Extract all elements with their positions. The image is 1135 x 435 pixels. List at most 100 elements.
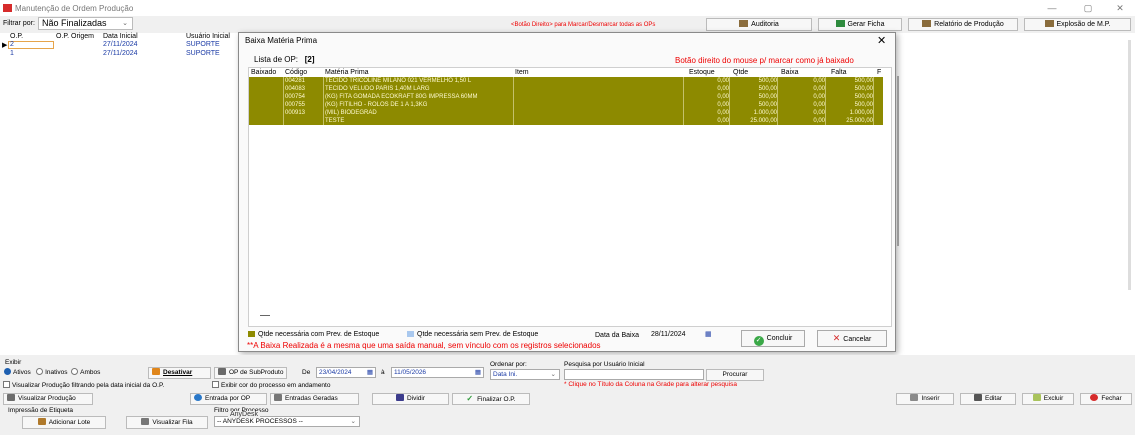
table-row[interactable]: 000913 (MIL) BIODEGRAD 0,00 1.000,00 0,00 1.0… [249, 109, 883, 117]
cell-qtde[interactable]: 500,00 [731, 85, 777, 93]
cell-baixa[interactable]: 0,00 [779, 85, 825, 93]
pesquisa-input[interactable] [564, 369, 704, 380]
cancelar-button[interactable]: ✕ Cancelar [817, 330, 887, 347]
cell-falta[interactable]: 500,00 [827, 101, 873, 109]
table-row-data[interactable]: 27/11/2024 [103, 41, 138, 48]
calendar-icon[interactable]: ▦ [367, 368, 373, 377]
materia-prima-grid[interactable]: Baixado Código Matéria Prima Item Estoqu… [248, 67, 899, 327]
explosao-button[interactable]: Explosão de M.P. [1024, 18, 1131, 31]
cell-materia[interactable]: (KG) FITILHO - ROLOS DE 1 A 1,3KG [325, 101, 511, 109]
ativos-radio[interactable]: Ativos [4, 368, 31, 376]
col-header-data-inicial[interactable]: Data Inicial [103, 33, 138, 40]
ambos-radio[interactable]: Ambos [71, 368, 100, 376]
cell-falta[interactable]: 500,00 [827, 77, 873, 85]
cell-baixa[interactable]: 0,00 [779, 117, 825, 125]
cell-estoque[interactable]: 0,00 [685, 101, 729, 109]
cell-materia[interactable]: (KG) FITA GOMADA ECOKRAFT 80G IMPRESSA 6… [325, 93, 511, 101]
dialog-scrollbar[interactable] [897, 76, 899, 246]
dialog-hscrollbar[interactable] [260, 315, 270, 316]
table-row-usuario[interactable]: SUPORTE [186, 50, 220, 57]
cell-materia[interactable]: (MIL) BIODEGRAD [325, 109, 511, 117]
exibir-cor-checkbox[interactable]: Exibir cor do processo em andamento [212, 381, 330, 389]
col-header-f[interactable]: F [877, 69, 881, 76]
cell-materia[interactable]: TESTE [325, 117, 511, 125]
excluir-button[interactable]: Excluir [1022, 393, 1074, 405]
op-cell-editor[interactable] [8, 41, 54, 49]
relatorio-button[interactable]: Relatório de Produção [908, 18, 1018, 31]
a-date-field[interactable]: 11/05/2026 ▦ [391, 367, 484, 378]
table-row-data[interactable]: 27/11/2024 [103, 50, 138, 57]
visualizar-producao-button[interactable]: Visualizar Produção [3, 393, 93, 405]
col-header-estoque[interactable]: Estoque [689, 69, 715, 76]
editar-button[interactable]: Editar [960, 393, 1016, 405]
desativar-button[interactable]: Desativar [148, 367, 211, 379]
visualizar-filtrando-checkbox[interactable]: Visualizar Produção filtrando pela data … [3, 381, 164, 389]
op-subproduto-button[interactable]: OP de SubProduto [214, 367, 287, 379]
col-header-usuario-inicial[interactable]: Usuário Inicial [186, 33, 230, 40]
cell-materia[interactable]: TECIDO TRICOLINE MILANO 021 VERMELHO 1,5… [325, 77, 511, 85]
col-header-codigo[interactable]: Código [285, 69, 307, 76]
cell-baixa[interactable]: 0,00 [779, 77, 825, 85]
dividir-button[interactable]: Dividir [372, 393, 449, 405]
entradas-geradas-button[interactable]: Entradas Geradas [270, 393, 359, 405]
cell-estoque[interactable]: 0,00 [685, 77, 729, 85]
minimize-button[interactable]: — [1040, 2, 1064, 14]
dialog-close-icon[interactable]: ✕ [877, 34, 886, 47]
col-header-materia-prima[interactable]: Matéria Prima [325, 69, 369, 76]
procurar-button[interactable]: Procurar [706, 369, 764, 381]
table-row[interactable]: 000754 (KG) FITA GOMADA ECOKRAFT 80G IMPR… [249, 93, 883, 101]
cell-qtde[interactable]: 500,00 [731, 93, 777, 101]
cell-qtde[interactable]: 1.000,00 [731, 109, 777, 117]
close-button[interactable]: ✕ [1108, 2, 1132, 14]
cell-falta[interactable]: 500,00 [827, 93, 873, 101]
de-date-field[interactable]: 23/04/2024 ▦ [316, 367, 376, 378]
inativos-radio[interactable]: Inativos [36, 368, 68, 376]
cell-baixa[interactable]: 0,00 [779, 109, 825, 117]
cell-qtde[interactable]: 500,00 [731, 77, 777, 85]
cell-codigo[interactable]: 000913 [285, 109, 323, 117]
concluir-button[interactable]: ✓ Concluir [741, 330, 805, 347]
cell-codigo[interactable]: 004281 [285, 77, 323, 85]
filtrar-select[interactable]: Não Finalizadas ⌄ [38, 17, 133, 30]
gerar-ficha-button[interactable]: Gerar Ficha [818, 18, 902, 31]
table-row-op[interactable]: 1 [10, 50, 14, 57]
cell-estoque[interactable]: 0,00 [685, 109, 729, 117]
table-row[interactable]: 004083 TECIDO VELUDO PARIS 1,40M LARG 0,00… [249, 85, 883, 93]
visualizar-fila-button[interactable]: Visualizar Fila [126, 416, 208, 429]
data-baixa-field[interactable]: 28/11/2024 ▦ [651, 330, 712, 341]
table-row-op[interactable]: 2 [10, 41, 14, 48]
table-row-usuario[interactable]: SUPORTE [186, 41, 220, 48]
cell-estoque[interactable]: 0,00 [685, 93, 729, 101]
fechar-button[interactable]: Fechar [1080, 393, 1132, 405]
ordenar-select[interactable]: Data Ini. ⌄ [490, 369, 560, 380]
col-header-op[interactable]: O.P. [10, 33, 23, 40]
cell-materia[interactable]: TECIDO VELUDO PARIS 1,40M LARG [325, 85, 511, 93]
calendar-icon[interactable]: ▦ [475, 368, 481, 377]
adicionar-lote-button[interactable]: Adicionar Lote [22, 416, 106, 429]
cell-estoque[interactable]: 0,00 [685, 117, 729, 125]
cell-estoque[interactable]: 0,00 [685, 85, 729, 93]
col-header-op-origem[interactable]: O.P. Origem [56, 33, 94, 40]
table-row[interactable]: 004281 TECIDO TRICOLINE MILANO 021 VERMEL… [249, 77, 883, 85]
cell-baixa[interactable]: 0,00 [779, 101, 825, 109]
main-scrollbar[interactable] [1128, 40, 1131, 290]
cell-falta[interactable]: 1.000,00 [827, 109, 873, 117]
inserir-button[interactable]: Inserir [896, 393, 954, 405]
table-row[interactable]: 000755 (KG) FITILHO - ROLOS DE 1 A 1,3KG 0… [249, 101, 883, 109]
cell-codigo[interactable]: 004083 [285, 85, 323, 93]
cell-qtde[interactable]: 500,00 [731, 101, 777, 109]
col-header-qtde[interactable]: Qtde [733, 69, 748, 76]
col-header-baixa[interactable]: Baixa [781, 69, 799, 76]
cell-codigo[interactable]: 000754 [285, 93, 323, 101]
table-row[interactable]: TESTE 0,00 25.000,00 0,00 25.000,00 [249, 117, 883, 125]
cell-baixa[interactable]: 0,00 [779, 93, 825, 101]
auditoria-button[interactable]: Auditoria [706, 18, 812, 31]
col-header-falta[interactable]: Falta [831, 69, 847, 76]
col-header-item[interactable]: Item [515, 69, 529, 76]
col-header-baixado[interactable]: Baixado [251, 69, 276, 76]
cell-falta[interactable]: 25.000,00 [827, 117, 873, 125]
maximize-button[interactable]: ▢ [1076, 2, 1100, 14]
calendar-icon[interactable]: ▦ [705, 330, 712, 340]
cell-falta[interactable]: 500,00 [827, 85, 873, 93]
cell-codigo[interactable]: 000755 [285, 101, 323, 109]
